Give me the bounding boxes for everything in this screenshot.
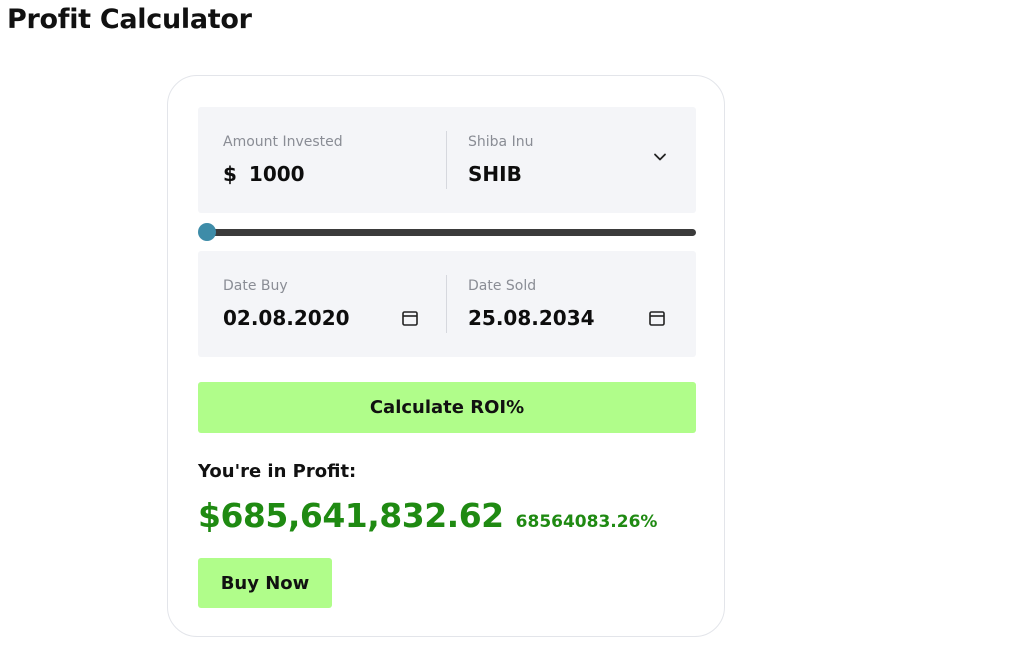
date-buy-label: Date Buy	[223, 278, 288, 294]
buy-now-button[interactable]: Buy Now	[198, 558, 332, 608]
page-title: Profit Calculator	[7, 4, 252, 35]
amount-slider[interactable]	[198, 222, 696, 242]
profit-result: $685,641,832.62 68564083.26%	[198, 496, 657, 535]
dates-panel: Date Buy 02.08.2020 Date Sold 25.08.2034	[198, 251, 696, 357]
date-sold-label: Date Sold	[468, 278, 537, 294]
field-divider	[446, 131, 447, 189]
profit-calculator-card: Amount Invested $ Shiba Inu SHIB Date Bu…	[167, 75, 725, 637]
calculate-roi-button[interactable]: Calculate ROI%	[198, 382, 696, 433]
amount-invested-field[interactable]: Amount Invested $	[223, 107, 443, 213]
date-sold-value[interactable]: 25.08.2034	[468, 306, 595, 330]
slider-thumb[interactable]	[198, 223, 216, 241]
date-buy-value[interactable]: 02.08.2020	[223, 306, 350, 330]
coin-select[interactable]: Shiba Inu SHIB	[468, 107, 696, 213]
coin-symbol: SHIB	[468, 162, 522, 186]
coin-name-label: Shiba Inu	[468, 134, 534, 150]
investment-panel: Amount Invested $ Shiba Inu SHIB	[198, 107, 696, 213]
date-buy-field[interactable]: Date Buy 02.08.2020	[223, 251, 443, 357]
amount-invested-label: Amount Invested	[223, 134, 343, 150]
calendar-icon[interactable]	[648, 309, 666, 327]
slider-track[interactable]	[202, 229, 696, 236]
profit-percent: 68564083.26%	[515, 512, 658, 532]
amount-value-row: $	[223, 162, 399, 186]
chevron-down-icon[interactable]	[652, 149, 668, 165]
profit-amount: $685,641,832.62	[198, 496, 504, 535]
profit-heading: You're in Profit:	[198, 461, 357, 482]
calendar-icon[interactable]	[401, 309, 419, 327]
field-divider	[446, 275, 447, 333]
currency-symbol: $	[223, 162, 237, 186]
date-sold-field[interactable]: Date Sold 25.08.2034	[468, 251, 696, 357]
amount-input[interactable]	[248, 162, 399, 186]
